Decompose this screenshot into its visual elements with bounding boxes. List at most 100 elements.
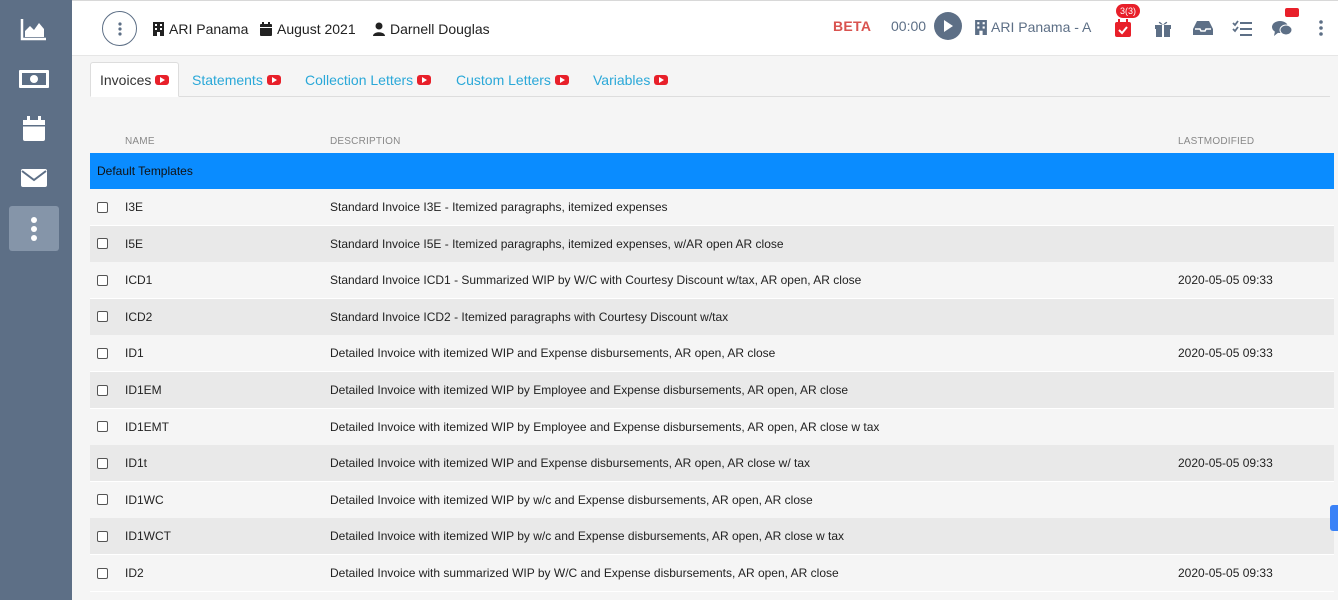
checklist-icon [1232, 20, 1252, 36]
table-row[interactable]: I3E Standard Invoice I3E - Itemized parag… [90, 189, 1334, 226]
calendar-icon [23, 115, 45, 141]
envelope-icon [21, 168, 47, 187]
header-more-button[interactable] [1310, 17, 1332, 39]
row-checkbox[interactable] [97, 274, 108, 286]
template-lastmodified: 2020-05-05 09:33 [1178, 273, 1273, 288]
template-description: Standard Invoice ICD1 - Summarized WIP b… [330, 273, 862, 288]
inbox-button[interactable] [1192, 17, 1214, 39]
template-name: I5E [125, 236, 144, 251]
tab-invoices[interactable]: Invoices [90, 62, 180, 97]
tab-statements[interactable]: Statements [192, 62, 281, 97]
table-row[interactable]: ICD2 Standard Invoice ICD2 - Itemized par… [90, 298, 1334, 336]
youtube-icon[interactable] [155, 74, 170, 85]
row-checkbox[interactable] [97, 311, 108, 323]
row-checkbox[interactable] [97, 201, 108, 213]
firm-name: ARI Panama [169, 21, 249, 37]
row-checkbox[interactable] [97, 384, 108, 396]
table-row[interactable]: ICD1 Standard Invoice ICD1 - Summarized W… [90, 262, 1334, 300]
template-name: ID2 [125, 566, 144, 580]
period-label: August 2021 [277, 21, 356, 37]
building-icon [153, 22, 164, 36]
user-name: Darnell Douglas [390, 21, 490, 37]
timer-play-button[interactable] [934, 12, 962, 40]
chart-icon [20, 18, 46, 40]
table-row[interactable]: ID1WCT Detailed Invoice with itemized WIP… [90, 518, 1334, 556]
timer-display: 00:00 [891, 18, 927, 34]
more-vertical-icon [117, 21, 122, 36]
chat-icon [1272, 20, 1292, 36]
template-lastmodified: 2020-05-05 09:33 [1178, 566, 1273, 580]
money-icon [19, 69, 49, 88]
inbox-icon [1193, 21, 1213, 35]
row-checkbox[interactable] [97, 494, 108, 506]
user-icon [373, 22, 385, 36]
firm-selector[interactable]: ARI Panama [153, 1, 248, 57]
tasks-badge: 3(3) [1116, 4, 1141, 18]
calendar-icon [260, 22, 272, 36]
scrollbar-thumb[interactable] [1330, 505, 1338, 531]
template-description: Detailed Invoice with itemized WIP by w/… [330, 492, 813, 507]
template-description: Detailed Invoice with summarized WIP by … [330, 566, 839, 580]
beta-label: BETA [833, 18, 872, 34]
row-checkbox[interactable] [97, 457, 108, 469]
user-selector[interactable]: Darnell Douglas [373, 1, 490, 57]
table-row[interactable]: ID1 Detailed Invoice with itemized WIP an… [90, 335, 1334, 373]
youtube-icon[interactable] [554, 74, 569, 85]
table-row[interactable]: ID1WC Detailed Invoice with itemized WIP … [90, 481, 1334, 519]
sidebar [0, 0, 72, 600]
template-name: ICD2 [125, 309, 153, 324]
youtube-icon[interactable] [654, 74, 669, 85]
calendar-check-icon [1115, 19, 1131, 37]
template-name: I3E [125, 200, 144, 214]
table-row[interactable]: I5E Standard Invoice I5E - Itemized parag… [90, 225, 1334, 263]
row-checkbox[interactable] [97, 347, 108, 359]
checklist-button[interactable] [1231, 17, 1253, 39]
period-selector[interactable]: August 2021 [260, 1, 356, 57]
template-lastmodified: 2020-05-05 09:33 [1178, 346, 1273, 361]
group-row-default-templates[interactable]: Default Templates [90, 153, 1334, 189]
client-name: ARI Panama - A [991, 19, 1092, 35]
template-name: ID1EMT [125, 419, 170, 434]
gifts-button[interactable] [1152, 17, 1174, 39]
main-menu-button[interactable] [102, 11, 137, 46]
template-name: ID1EM [125, 383, 162, 397]
sidebar-item-dashboard[interactable] [9, 6, 59, 51]
client-selector[interactable]: ARI Panama - A [975, 1, 1091, 53]
template-name: ICD1 [125, 273, 153, 288]
chat-button[interactable] [1271, 8, 1299, 39]
template-name: ID1WC [125, 492, 164, 507]
column-header-description[interactable]: DESCRIPTION [330, 136, 401, 147]
template-description: Detailed Invoice with itemized WIP by Em… [330, 419, 880, 434]
template-name: ID1 [125, 346, 144, 361]
column-header-lastmodified[interactable]: LASTMODIFIED [1178, 136, 1254, 147]
template-description: Detailed Invoice with itemized WIP by Em… [330, 383, 849, 397]
template-description: Detailed Invoice with itemized WIP and E… [330, 456, 811, 471]
tab-collection-letters[interactable]: Collection Letters [305, 62, 432, 97]
sidebar-item-mail[interactable] [9, 155, 59, 200]
tab-variables[interactable]: Variables [593, 62, 669, 97]
table-row[interactable]: ID2 Detailed Invoice with summarized WIP … [90, 555, 1334, 592]
tasks-button[interactable]: 3(3) [1112, 4, 1141, 39]
template-description: Standard Invoice I3E - Itemized paragrap… [330, 200, 668, 214]
table-row[interactable]: ID1t Detailed Invoice with itemized WIP a… [90, 445, 1334, 483]
row-checkbox[interactable] [97, 567, 108, 579]
table-row[interactable]: ID1EM Detailed Invoice with itemized WIP … [90, 372, 1334, 409]
sidebar-item-billing[interactable] [9, 56, 59, 101]
sidebar-item-more[interactable] [9, 206, 59, 251]
column-header-name[interactable]: NAME [125, 136, 155, 147]
template-description: Standard Invoice ICD2 - Itemized paragra… [330, 309, 729, 324]
more-vertical-icon [31, 216, 37, 241]
table-row[interactable]: ID1EMT Detailed Invoice with itemized WIP… [90, 408, 1334, 446]
top-header: ARI Panama August 2021 Darnell Douglas B… [72, 0, 1338, 56]
youtube-icon[interactable] [417, 74, 432, 85]
template-description: Detailed Invoice with itemized WIP by w/… [330, 529, 845, 544]
building-icon [975, 19, 987, 35]
template-lastmodified: 2020-05-05 09:33 [1178, 456, 1273, 471]
sidebar-item-calendar[interactable] [9, 106, 59, 151]
tab-custom-letters[interactable]: Custom Letters [456, 62, 569, 97]
youtube-badge [1285, 8, 1299, 17]
row-checkbox[interactable] [97, 421, 108, 433]
row-checkbox[interactable] [97, 238, 108, 250]
youtube-icon[interactable] [266, 74, 281, 85]
row-checkbox[interactable] [97, 530, 108, 542]
